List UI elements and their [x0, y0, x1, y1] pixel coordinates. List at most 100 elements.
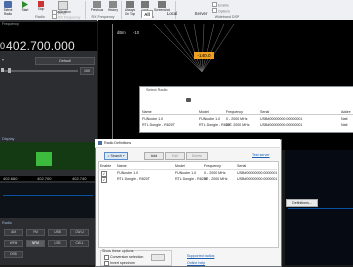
mode-dsb[interactable]: DSB	[4, 251, 23, 258]
mode-wfm[interactable]: WFM	[4, 240, 23, 247]
invert-label: Invert spectrum	[110, 261, 135, 265]
radio-section-label: Radio	[2, 221, 12, 225]
dbm-unit: dBm	[117, 30, 126, 35]
previous-label: Previous	[90, 8, 104, 12]
mode-nfm[interactable]: NFM	[26, 240, 45, 247]
select-radio-cell[interactable]: FUNcube 1.0	[142, 117, 163, 121]
play-icon	[21, 1, 29, 8]
col-header: Model	[199, 110, 209, 114]
history-button[interactable]: History	[106, 1, 120, 14]
add-button[interactable]: Add	[144, 152, 164, 160]
select-radio-cell[interactable]: USB#00000000:00000001	[260, 117, 302, 121]
enable-checkbox[interactable]: ✓	[101, 177, 107, 183]
supported-radios-link[interactable]: Supported radios	[187, 254, 214, 258]
dbm-scale-value: -10	[133, 30, 140, 35]
conversion-edit-button[interactable]: …	[151, 254, 165, 261]
select-radio-label: Select Radio	[3, 8, 13, 16]
history-label: History	[108, 8, 118, 12]
select-radio-cell[interactable]: USB#00000000:00000001	[260, 123, 302, 127]
waterfall-line	[288, 208, 353, 209]
search-button[interactable]: ⌕ Search ▾	[104, 152, 128, 160]
edit-button[interactable]: Edit	[165, 152, 185, 160]
volume-slider-track[interactable]	[4, 70, 78, 72]
mode-usb[interactable]: USB	[48, 229, 67, 236]
controls-area	[0, 80, 97, 135]
definitions-button[interactable]: Definitions...	[286, 199, 318, 207]
select-radio-cell[interactable]: FUNcube 1.0	[199, 117, 220, 121]
stop-label: Stop	[37, 7, 45, 11]
tab-local[interactable]: Local	[160, 10, 184, 17]
radio-def-cell[interactable]: RTL Dongle - R820T	[117, 177, 150, 181]
radio-definitions-title: Radio Definitions	[104, 141, 132, 145]
previous-button[interactable]: Previous	[88, 1, 106, 14]
speaker-icon	[1, 68, 4, 72]
frequency-readout[interactable]: 402.700.000	[6, 39, 75, 53]
frequency-label: Frequency	[2, 22, 19, 26]
show-options-label: Show these options	[102, 249, 134, 253]
radio-def-cell[interactable]: 0 - 2000 MHz	[204, 171, 226, 175]
radio-def-cell[interactable]: USB#00000000:0000001	[237, 171, 277, 175]
frequency-prefix: 0	[0, 41, 6, 51]
select-radio-cell[interactable]: 0 - 2000 MHz	[226, 117, 248, 121]
delete-button[interactable]: Delete	[186, 152, 208, 160]
select-radio-cell[interactable]: RTL Dongle - R820T	[142, 123, 175, 127]
col-header: Model	[175, 164, 185, 168]
display-section-label: Display	[2, 137, 15, 141]
mode-fm[interactable]: FM	[26, 229, 45, 236]
conversion-label: Conversion selection	[110, 255, 144, 259]
tab-all[interactable]: All	[141, 10, 153, 18]
stop-button[interactable]: Stop	[34, 1, 48, 14]
radio-def-cell[interactable]: 50 - 2000 MHz	[204, 177, 228, 181]
header-divider	[98, 169, 277, 170]
options-check[interactable]: Options	[212, 8, 230, 14]
group-rx-frequency: RX Frequency	[91, 15, 115, 19]
radio-def-cell[interactable]: FUNcube 1.0	[175, 171, 196, 175]
pin-icon	[126, 1, 134, 8]
calibration-icon	[58, 1, 68, 10]
conversion-checkbox[interactable]	[104, 255, 109, 260]
mode-cw-l[interactable]: CW-L	[70, 240, 89, 247]
select-radio-cell[interactable]: Nati	[341, 117, 347, 121]
invert-checkbox[interactable]	[104, 261, 109, 266]
tick-label: 402.660	[3, 176, 18, 181]
mode-cw-u[interactable]: CW-U	[70, 229, 89, 236]
radio-icon	[4, 1, 12, 8]
mode-lsb[interactable]: LSB	[48, 240, 67, 247]
start-label: Start	[21, 8, 29, 12]
col-header: Serial	[260, 110, 270, 114]
select-radio-cell[interactable]: Nati	[341, 123, 347, 127]
tick-label: 402.700	[37, 176, 52, 181]
col-header: Enable	[100, 164, 112, 168]
lock-icon	[141, 1, 149, 8]
mode-am[interactable]: AM	[4, 229, 23, 236]
online-help-link[interactable]: Online help	[187, 261, 205, 265]
col-header: Name	[117, 164, 127, 168]
y-axis	[112, 24, 113, 144]
col-header: Serial	[237, 164, 247, 168]
radio-def-cell[interactable]: USB#00000000:0000001	[237, 177, 277, 181]
start-button[interactable]: Start	[18, 1, 32, 14]
camera-icon	[158, 1, 166, 8]
test-server-link[interactable]: Test server	[252, 153, 270, 157]
select-radio-button[interactable]: Select Radio	[1, 1, 15, 16]
always-on-top-button[interactable]: Always On Top	[122, 1, 138, 15]
radio-def-cell[interactable]: FUNcube 1.0	[117, 171, 138, 175]
app-icon	[98, 141, 102, 145]
search-label: Search	[110, 154, 122, 158]
volume-value[interactable]: 100	[80, 67, 94, 75]
display-panel	[0, 183, 97, 218]
group-wideband-dsp: Wideband DSP	[214, 15, 240, 19]
group-radio: Radio	[35, 15, 45, 19]
enable-check[interactable]: Enable	[212, 2, 229, 8]
display-line	[3, 195, 93, 196]
signal-bar	[36, 152, 52, 166]
select-radio-cell[interactable]: 50 - 2000 MHz	[226, 123, 250, 127]
level-marker: -140.0	[194, 52, 214, 59]
col-header: Addre	[341, 110, 351, 114]
col-header: Frequency	[204, 164, 221, 168]
col-header: Name	[142, 110, 152, 114]
volume-slider-knob[interactable]	[8, 68, 11, 73]
tab-server[interactable]: Server	[192, 10, 210, 17]
mode-select[interactable]: Default	[35, 57, 95, 65]
search-icon: ⌕	[107, 154, 110, 158]
